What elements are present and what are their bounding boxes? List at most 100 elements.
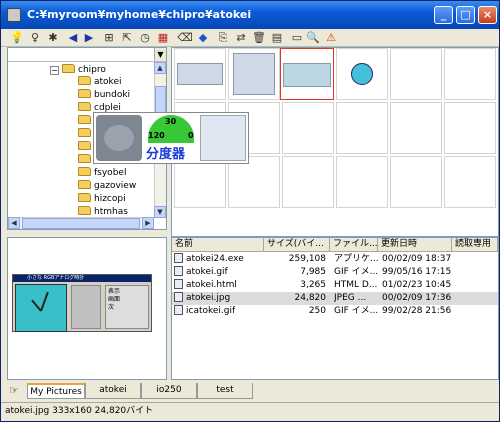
exe-file-icon (174, 253, 183, 263)
tree-item-folder[interactable] (78, 128, 94, 140)
thumbnail[interactable] (336, 102, 388, 154)
maximize-button[interactable]: □ (456, 6, 475, 24)
scroll-thumb[interactable] (22, 218, 140, 229)
analog-clock (15, 284, 67, 332)
calendar-icon[interactable]: ▦ (155, 30, 171, 45)
thumbnail-selected[interactable] (280, 48, 334, 100)
toolbar: 💡 ♀ ✱ ◀ ▶ ⊞ ⇱ ◷ ▦ ⌫ ◆ ⎘ ⇄ 🗑 ▤ ▭ 🔍 ⚠ (1, 29, 499, 47)
thumbnail[interactable] (228, 48, 280, 100)
tree-item-atokei[interactable]: atokei (78, 76, 121, 88)
app-window: C:¥myroom¥myhome¥chipro¥atokei _ □ × 💡 ♀… (0, 0, 500, 422)
thumbnail[interactable] (282, 102, 334, 154)
thumbnail[interactable] (444, 102, 496, 154)
collapse-icon[interactable]: − (50, 66, 59, 75)
tree-item-folder[interactable] (78, 154, 94, 166)
protractor-image: 30 120 0 分度器 (146, 115, 198, 162)
tab-test[interactable]: test (197, 383, 253, 399)
file-row[interactable]: atokei.html 3,265 HTML D... 01/02/23 10:… (172, 279, 498, 292)
close-button[interactable]: × (478, 6, 497, 24)
image-file-icon (174, 305, 183, 315)
forward-arrow-icon[interactable]: ▶ (81, 30, 97, 45)
bulb-outline-icon[interactable]: ♀ (27, 30, 43, 45)
file-row[interactable]: atokei.gif 7,985 GIF イメ... 99/05/16 17:1… (172, 266, 498, 279)
column-modified[interactable]: 更新日時 (378, 238, 452, 252)
tree-item-fsyobel[interactable]: fsyobel (78, 167, 126, 179)
thumbnail[interactable] (444, 156, 496, 208)
tab-my-pictures[interactable]: My Pictures (27, 383, 85, 399)
drive-combo[interactable]: ▼ (8, 48, 166, 62)
folder-icon (78, 167, 91, 176)
clock-screenshot-thumbnail (283, 63, 331, 87)
file-row[interactable]: icatokei.gif 250 GIF イメ... 99/02/28 21:5… (172, 305, 498, 318)
thumbnail[interactable] (174, 48, 226, 100)
folder-icon (78, 76, 91, 85)
file-list[interactable]: 名前 サイズ(バイ... ファイル... 更新日時 読取専用 atokei24.… (171, 237, 499, 380)
folder-tree-icon[interactable]: ⊞ (101, 30, 117, 45)
tree-item-folder[interactable] (78, 141, 94, 153)
bulb-icon[interactable]: 💡 (9, 30, 25, 45)
slideshow-icon[interactable]: ▭ (289, 30, 305, 45)
copy-icon[interactable]: ⎘ (215, 30, 231, 45)
image-preview: 小さな RGBアナログ時計 表示 画面 次 (7, 237, 167, 380)
file-row-selected[interactable]: atokei.jpg 24,820 JPEG ... 00/02/09 17:3… (172, 292, 498, 305)
thumbnail[interactable] (390, 48, 442, 100)
folder-icon (62, 64, 75, 73)
file-row[interactable]: atokei24.exe 259,108 アプリケ... 00/02/09 18… (172, 253, 498, 266)
folder-icon (78, 128, 91, 137)
chevron-down-icon[interactable]: ▼ (154, 48, 166, 61)
tree-item-bundoki[interactable]: bundoki (78, 89, 130, 101)
sun-icon[interactable]: ✱ (45, 30, 61, 45)
scroll-right-icon[interactable]: ▶ (142, 217, 154, 229)
zoom-icon[interactable]: 🔍 (305, 30, 321, 45)
back-arrow-icon[interactable]: ◀ (65, 30, 81, 45)
scroll-left-icon[interactable]: ◀ (8, 217, 20, 229)
tree-item-hizcopi[interactable]: hizcopi (78, 193, 126, 205)
eraser-icon[interactable]: ⌫ (177, 30, 193, 45)
folder-tabs: ☞ My Pictures atokei io250 test (1, 382, 499, 400)
thumbnail[interactable] (282, 156, 334, 208)
tab-atokei[interactable]: atokei (85, 383, 141, 399)
title-bar[interactable]: C:¥myroom¥myhome¥chipro¥atokei _ □ × (1, 1, 499, 29)
column-name[interactable]: 名前 (172, 238, 264, 252)
scroll-down-icon[interactable]: ▼ (154, 206, 166, 218)
delete-icon[interactable]: 🗑 (251, 30, 267, 45)
options-box: 表示 画面 次 (105, 285, 149, 329)
tree-item-gazoview[interactable]: gazoview (78, 180, 136, 192)
tree-item-chipro[interactable]: chipro (62, 64, 106, 76)
column-type[interactable]: ファイル... (330, 238, 378, 252)
thumbnail[interactable] (336, 156, 388, 208)
clock-icon (351, 63, 373, 85)
thumbnail[interactable] (390, 156, 442, 208)
cat-photo (96, 115, 142, 161)
status-bar: atokei.jpg 333x160 24,820バイト (1, 402, 499, 421)
properties-icon[interactable]: ▤ (269, 30, 285, 45)
tree-item-folder[interactable] (78, 115, 94, 127)
warning-icon[interactable]: ⚠ (323, 30, 339, 45)
folder-icon (78, 206, 91, 215)
image-file-icon (174, 266, 183, 276)
cat-face (104, 125, 134, 151)
protractor-caption: 分度器 (146, 147, 186, 162)
screenshot-thumbnail (233, 53, 275, 95)
preview-app-window: 小さな RGBアナログ時計 表示 画面 次 (12, 274, 152, 332)
app-icon[interactable] (7, 8, 21, 22)
minimize-button[interactable]: _ (434, 6, 453, 24)
folder-icon (78, 154, 91, 163)
thumbnail[interactable] (444, 48, 496, 100)
thumbnail[interactable] (336, 48, 388, 100)
hover-preview-strip: 30 120 0 分度器 (93, 112, 249, 164)
scroll-up-icon[interactable]: ▲ (154, 62, 166, 74)
shortcut-icon[interactable]: ⇱ (119, 30, 135, 45)
folder-icon (78, 180, 91, 189)
thumbnail[interactable] (390, 102, 442, 154)
clock-hand (40, 291, 49, 312)
slider-controls (71, 285, 101, 329)
tree-horizontal-scrollbar[interactable]: ◀ ▶ (8, 217, 154, 229)
move-icon[interactable]: ⇄ (233, 30, 249, 45)
clock-hand (31, 299, 42, 312)
column-readonly[interactable]: 読取専用 (452, 238, 498, 252)
tag-icon[interactable]: ◆ (195, 30, 211, 45)
tab-io250[interactable]: io250 (141, 383, 197, 399)
clock-icon[interactable]: ◷ (137, 30, 153, 45)
column-size[interactable]: サイズ(バイ... (264, 238, 330, 252)
